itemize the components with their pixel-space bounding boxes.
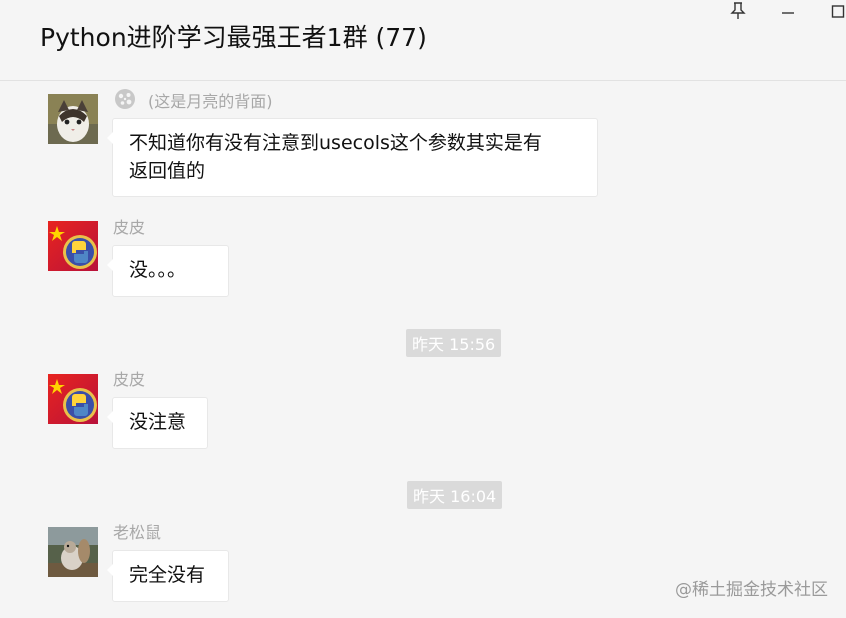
- message-bubble[interactable]: 没注意: [107, 397, 208, 449]
- sender-name: (这是月亮的背面): [148, 92, 273, 111]
- chat-header: Python进阶学习最强王者1群 (77): [0, 0, 846, 81]
- sender-name: 老松鼠: [113, 523, 162, 542]
- avatar-cat[interactable]: [48, 94, 98, 144]
- timestamp-divider: 昨天 15:56: [406, 329, 502, 357]
- message-list[interactable]: (这是月亮的背面) 不知道你有没有注意到usecols这个参数其实是有 返回值的…: [0, 81, 846, 618]
- message-text-line: 返回值的: [129, 160, 206, 182]
- message-bubble[interactable]: 不知道你有没有注意到usecols这个参数其实是有 返回值的: [107, 118, 598, 197]
- sender-name: 皮皮: [113, 218, 146, 237]
- message-bubble[interactable]: 没。。。: [107, 245, 229, 297]
- minimize-icon[interactable]: [776, 0, 800, 22]
- message-text: 没注意: [129, 411, 187, 433]
- timestamp-divider: 昨天 16:04: [407, 481, 503, 509]
- message-text: 没。。。: [129, 259, 187, 281]
- avatar-squirrel[interactable]: [48, 527, 98, 577]
- sender-name: 皮皮: [113, 370, 146, 389]
- maximize-icon[interactable]: [826, 0, 846, 22]
- message-bubble[interactable]: 完全没有: [107, 550, 229, 602]
- watermark: @稀土掘金技术社区: [675, 580, 828, 600]
- avatar-python-badge[interactable]: [48, 221, 98, 271]
- message-text: 完全没有: [129, 564, 206, 586]
- chat-title: Python进阶学习最强王者1群 (77): [40, 23, 427, 52]
- avatar-python-badge[interactable]: [48, 374, 98, 424]
- pin-icon[interactable]: [726, 0, 750, 22]
- message-text-line: 不知道你有没有注意到usecols这个参数其实是有: [129, 132, 542, 154]
- emoji-icon: [114, 88, 136, 110]
